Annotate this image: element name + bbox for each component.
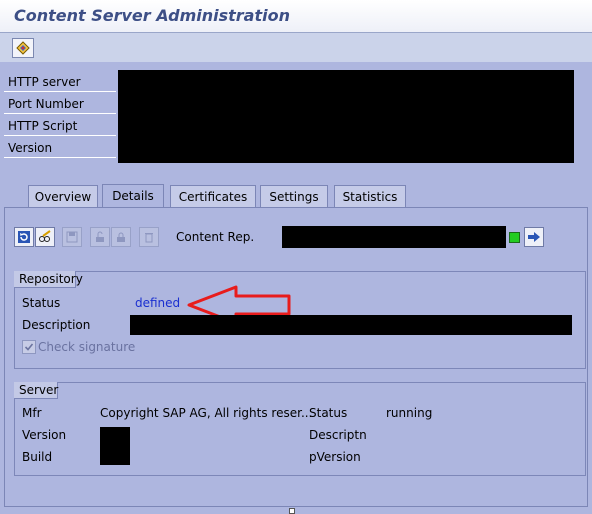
status-light-icon	[509, 232, 520, 243]
server-descriptn-label: Descriptn	[309, 428, 367, 442]
tab-certificates[interactable]: Certificates	[170, 185, 256, 207]
tab-settings[interactable]: Settings	[260, 185, 328, 207]
repository-status-value: defined	[135, 296, 181, 310]
arrow-right-icon	[528, 232, 540, 242]
checkmark-icon	[24, 343, 34, 351]
repository-description-label: Description	[22, 318, 91, 332]
content-rep-label: Content Rep.	[176, 230, 255, 244]
floppy-disk-icon	[66, 231, 78, 243]
server-version-build-redacted	[100, 427, 130, 465]
pencil-glasses-icon	[39, 230, 51, 242]
unlock-icon	[96, 231, 104, 242]
server-version-label: Version	[22, 428, 67, 442]
server-pversion-label: pVersion	[309, 450, 361, 464]
lock-icon	[117, 232, 125, 242]
server-group-title: Server	[14, 382, 58, 399]
refresh-button[interactable]	[14, 227, 34, 247]
repository-description-redacted[interactable]	[130, 315, 572, 335]
trash-icon	[145, 233, 153, 243]
go-button[interactable]	[524, 227, 544, 247]
check-signature-checkbox[interactable]	[22, 340, 36, 354]
check-signature-label: Check signature	[38, 340, 136, 354]
save-button[interactable]	[62, 227, 82, 247]
tab-overview[interactable]: Overview	[28, 185, 98, 207]
http-script-label: HTTP Script	[4, 116, 116, 136]
content-rep-input-redacted[interactable]	[282, 226, 506, 248]
http-server-label: HTTP server	[4, 72, 116, 92]
application-toolbar	[0, 32, 592, 64]
display-change-icon	[16, 41, 30, 55]
tab-statistics[interactable]: Statistics	[334, 185, 406, 207]
window-title: Content Server Administration	[14, 6, 290, 25]
title-bar: Content Server Administration	[0, 0, 592, 32]
resize-handle[interactable]	[289, 508, 295, 514]
edit-button[interactable]	[35, 227, 55, 247]
server-build-label: Build	[22, 450, 53, 464]
port-number-label: Port Number	[4, 94, 116, 114]
repository-group-title: Repository	[14, 271, 83, 288]
refresh-icon	[18, 231, 30, 243]
header-values-redacted	[118, 70, 574, 163]
server-status-value: running	[386, 406, 433, 420]
version-label: Version	[4, 138, 116, 158]
server-status-label: Status	[309, 406, 348, 420]
unlock-button[interactable]	[90, 227, 110, 247]
repository-status-label: Status	[22, 296, 61, 310]
tab-details[interactable]: Details	[102, 184, 164, 208]
server-mfr-value: Copyright SAP AG, All rights reser...	[100, 406, 313, 420]
server-mfr-label: Mfr	[22, 406, 42, 420]
lock-button[interactable]	[111, 227, 131, 247]
display-change-button[interactable]	[12, 38, 34, 58]
delete-button[interactable]	[139, 227, 159, 247]
